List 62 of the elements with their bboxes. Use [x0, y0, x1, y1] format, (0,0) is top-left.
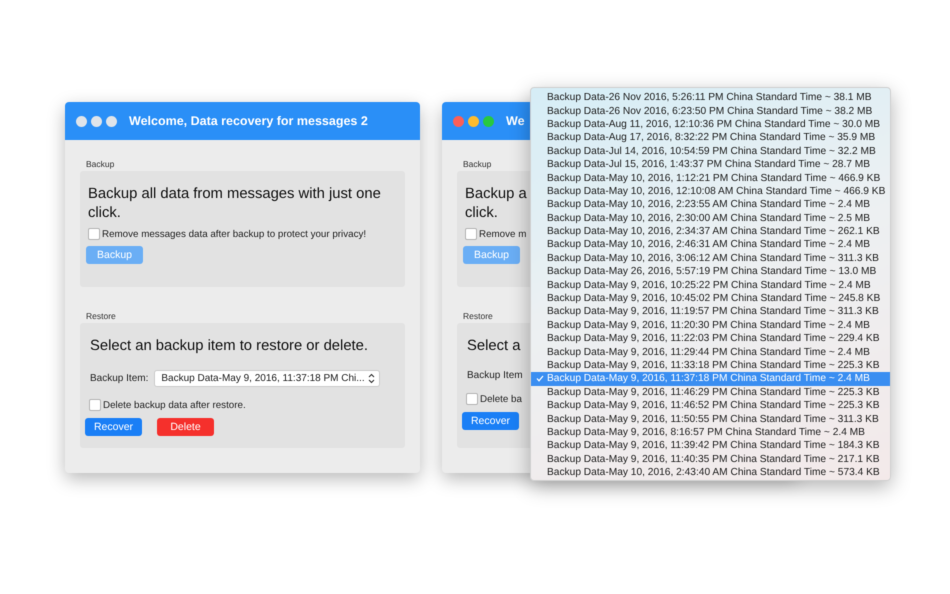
checkbox[interactable] [89, 399, 101, 411]
menu-item[interactable]: Backup Data-26 Nov 2016, 5:26:11 PM China Standard Time ~ 38.1 MB [531, 91, 890, 104]
chevron-icon [368, 373, 376, 384]
menu-item[interactable]: Backup Data-May 10, 2016, 3:06:12 AM China Standard Time ~ 311.3 KB [531, 252, 890, 266]
menu-item[interactable]: Backup Data-May 9, 2016, 11:46:52 PM China Standard Time ~ 225.3 KB [531, 398, 890, 412]
heading-line: Select an backup item to restore or delete. [90, 337, 368, 356]
menu-item[interactable]: Backup Data-May 10, 2016, 1:12:21 PM China Standard Time ~ 466.9 KB [531, 171, 890, 185]
heading-line: Backup a [465, 185, 527, 204]
checkbox-label: Delete backup data after restore. [103, 400, 246, 410]
menu-item[interactable]: Backup Data-May 10, 2016, 2:30:00 AM China Standard Time ~ 2.5 MB [531, 212, 890, 225]
menu-item[interactable]: Backup Data-May 10, 2016, 2:46:31 AM China Standard Time ~ 2.4 MB [531, 238, 890, 252]
menu-item[interactable]: Backup Data-May 9, 2016, 11:29:44 PM China Standard Time ~ 2.4 MB [531, 345, 890, 359]
section-label: Restore [463, 311, 493, 321]
menu-item[interactable]: Backup Data-May 10, 2016, 2:43:40 AM China Standard Time ~ 573.4 KB [531, 466, 890, 480]
menu-item[interactable]: Backup Data-May 9, 2016, 11:19:57 PM China Standard Time ~ 311.3 KB [531, 305, 890, 319]
heading-line: Select a [467, 337, 520, 356]
delete-button[interactable]: Delete [157, 418, 214, 436]
section-label: Restore [86, 311, 116, 321]
checkbox[interactable] [88, 228, 100, 240]
menu-item[interactable]: Backup Data-May 9, 2016, 10:25:22 PM China Standard Time ~ 2.4 MB [531, 278, 890, 292]
checkmark-icon [536, 375, 544, 382]
section-label: Backup [86, 159, 114, 169]
checkbox[interactable] [466, 393, 478, 405]
menu-item[interactable]: Backup Data-May 9, 2016, 11:20:30 PM China Standard Time ~ 2.4 MB [531, 318, 890, 332]
menu-item[interactable]: Backup Data-May 9, 2016, 11:50:55 PM China Standard Time ~ 311.3 KB [531, 412, 890, 426]
menu-item[interactable]: Backup Data-May 9, 2016, 11:40:35 PM China Standard Time ~ 217.1 KB [531, 452, 890, 466]
minimize-icon[interactable] [468, 116, 479, 126]
recover-button[interactable]: Recover [85, 418, 142, 436]
menu-item[interactable]: Backup Data-May 9, 2016, 11:22:03 PM China Standard Time ~ 229.4 KB [531, 332, 890, 346]
close-icon[interactable] [76, 116, 87, 126]
menu-item[interactable]: Backup Data-May 9, 2016, 11:33:18 PM China Standard Time ~ 225.3 KB [531, 358, 890, 372]
field-label: Backup Item: [90, 373, 148, 384]
menu-item[interactable]: Backup Data-May 10, 2016, 12:10:08 AM China Standard Time ~ 466.9 KB [531, 184, 890, 198]
minimize-icon[interactable] [91, 116, 102, 126]
heading-line: click. [465, 204, 498, 223]
heading-line: Backup all data from messages with just one [88, 185, 381, 204]
menu-item[interactable]: Backup Data-May 9, 2016, 11:39:42 PM China Standard Time ~ 184.3 KB [531, 439, 890, 453]
menu-item[interactable]: Backup Data-May 9, 2016, 8:16:57 PM China Standard Time ~ 2.4 MB [531, 426, 890, 440]
menu-item[interactable]: Backup Data-May 26, 2016, 5:57:19 PM China Standard Time ~ 13.0 MB [531, 265, 890, 278]
zoom-icon[interactable] [106, 116, 117, 126]
menu-item[interactable]: Backup Data-Aug 11, 2016, 12:10:36 PM China Standard Time ~ 30.0 MB [531, 118, 890, 132]
close-icon[interactable] [453, 116, 464, 126]
backup-item-dropdown[interactable]: Backup Data-May 9, 2016, 11:37:18 PM Chi... [154, 370, 380, 387]
menu-item[interactable]: Backup Data-May 10, 2016, 2:23:55 AM China Standard Time ~ 2.4 MB [531, 198, 890, 212]
section-label: Backup [463, 159, 492, 169]
checkbox-label: Remove messages data after backup to protect your privacy! [102, 228, 366, 240]
menu-item[interactable]: Backup Data-26 Nov 2016, 6:23:50 PM China Standard Time ~ 38.2 MB [531, 104, 890, 118]
checkbox[interactable] [465, 228, 477, 240]
heading-line: click. [88, 204, 121, 223]
checkbox-label: Delete ba [480, 394, 522, 404]
menu-item[interactable]: Backup Data-May 9, 2016, 11:46:29 PM China Standard Time ~ 225.3 KB [531, 386, 890, 399]
menu-item[interactable]: Backup Data-Jul 14, 2016, 10:54:59 PM China Standard Time ~ 32.2 MB [531, 144, 890, 158]
checkbox-label: Remove m [479, 228, 526, 240]
menu-item[interactable]: Backup Data-May 9, 2016, 10:45:02 PM China Standard Time ~ 245.8 KB [531, 292, 890, 306]
recover-button[interactable]: Recover [462, 412, 519, 430]
menu-item[interactable]: Backup Data-Aug 17, 2016, 8:32:22 PM China Standard Time ~ 35.9 MB [531, 131, 890, 145]
field-label: Backup Item [467, 370, 523, 381]
window-title: Welcome, Data recovery for messages 2 [129, 114, 368, 128]
menu-item[interactable]: Backup Data-Jul 15, 2016, 1:43:37 PM China Standard Time ~ 28.7 MB [531, 158, 890, 172]
menu-item[interactable]: Backup Data-May 10, 2016, 2:34:37 AM China Standard Time ~ 262.1 KB [531, 224, 890, 238]
window-title: We [506, 114, 525, 128]
zoom-icon[interactable] [483, 116, 494, 126]
